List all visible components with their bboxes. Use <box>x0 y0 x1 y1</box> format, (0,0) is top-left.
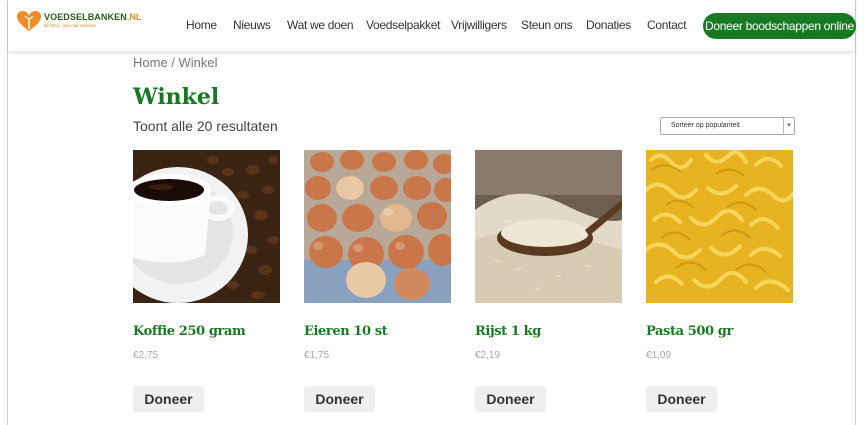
donate-button[interactable]: Doneer <box>133 386 204 412</box>
product-card: Eieren 10 st €1,75 Doneer <box>304 150 451 412</box>
product-price: €2,19 <box>475 350 501 361</box>
sort-select[interactable]: Sorteer op populariteit ▾ <box>660 117 795 135</box>
product-image-eggs[interactable] <box>304 150 451 303</box>
site-header: VOEDSELBANKEN.NL Dichtbij - laat niet ve… <box>8 0 856 51</box>
product-image-coffee[interactable] <box>133 150 280 303</box>
product-card: Pasta 500 gr €1,09 Doneer <box>646 150 793 412</box>
nav-vrijwilligers[interactable]: Vrijwilligers <box>451 18 507 32</box>
nav-home[interactable]: Home <box>186 18 217 32</box>
page-frame: VOEDSELBANKEN.NL Dichtbij - laat niet ve… <box>7 0 856 425</box>
product-name[interactable]: Koffie 250 gram <box>133 324 246 339</box>
page-title: Winkel <box>133 84 220 110</box>
breadcrumb: Home / Winkel <box>133 55 218 70</box>
rice-image <box>475 150 622 303</box>
donate-button[interactable]: Doneer <box>304 386 375 412</box>
product-image-rice[interactable] <box>475 150 622 303</box>
nav-voedselpakket[interactable]: Voedselpakket <box>366 18 440 32</box>
product-name[interactable]: Pasta 500 gr <box>646 324 733 339</box>
pasta-image <box>646 150 793 303</box>
product-image-pasta[interactable] <box>646 150 793 303</box>
nav-wat-we-doen[interactable]: Wat we doen <box>287 18 354 32</box>
donate-groceries-button[interactable]: Doneer boodschappen online <box>703 13 856 39</box>
nav-donaties[interactable]: Donaties <box>586 18 631 32</box>
nav-steun-ons[interactable]: Steun ons <box>521 18 573 32</box>
product-price: €1,09 <box>646 350 672 361</box>
product-price: €1,75 <box>304 350 330 361</box>
nav-contact[interactable]: Contact <box>647 18 687 32</box>
product-name[interactable]: Rijst 1 kg <box>475 324 541 339</box>
product-card: Koffie 250 gram €2,75 Doneer <box>133 150 280 412</box>
product-price: €2,75 <box>133 350 159 361</box>
product-card: Rijst 1 kg €2,19 Doneer <box>475 150 622 412</box>
product-name[interactable]: Eieren 10 st <box>304 324 388 339</box>
chevron-down-icon: ▾ <box>783 118 794 134</box>
eggs-image <box>304 150 451 303</box>
result-count: Toont alle 20 resultaten <box>133 118 278 134</box>
nav-nieuws[interactable]: Nieuws <box>233 18 271 32</box>
coffee-cup-image <box>133 150 280 303</box>
donate-button[interactable]: Doneer <box>646 386 717 412</box>
sort-select-value: Sorteer op populariteit <box>671 122 740 129</box>
donate-button[interactable]: Doneer <box>475 386 546 412</box>
